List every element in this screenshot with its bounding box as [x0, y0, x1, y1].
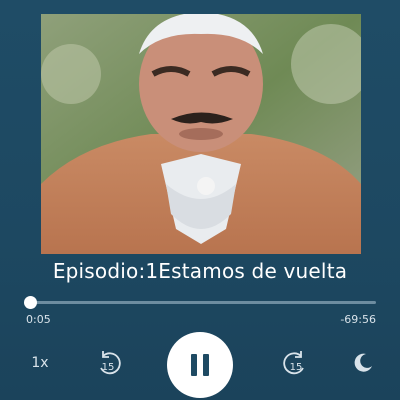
episode-cover-art [41, 14, 361, 254]
cover-art-image [41, 14, 361, 254]
skip-forward-button[interactable]: 15 [280, 348, 310, 378]
pause-icon [188, 354, 212, 376]
forward-15-icon: 15 [283, 351, 304, 375]
elapsed-time: 0:05 [26, 313, 51, 326]
skip-forward-seconds: 15 [290, 362, 303, 373]
sleep-timer-button[interactable] [350, 350, 376, 376]
playback-speed-button[interactable]: 1x [26, 352, 54, 374]
progress-bar[interactable] [24, 296, 376, 309]
pause-button[interactable] [167, 332, 233, 398]
moon-icon [354, 353, 372, 372]
progress-thumb[interactable] [24, 296, 38, 309]
remaining-time: -69:56 [340, 313, 376, 326]
playback-controls: 1x 15 15 [0, 332, 400, 398]
rewind-15-icon: 15 [100, 351, 121, 375]
episode-title: Episodio:1Estamos de vuelta [52, 259, 348, 283]
skip-back-seconds: 15 [102, 362, 115, 373]
podcast-player: Episodio:1Estamos de vuelta 0:05 -69:56 … [0, 0, 400, 400]
skip-back-button[interactable]: 15 [94, 348, 124, 378]
